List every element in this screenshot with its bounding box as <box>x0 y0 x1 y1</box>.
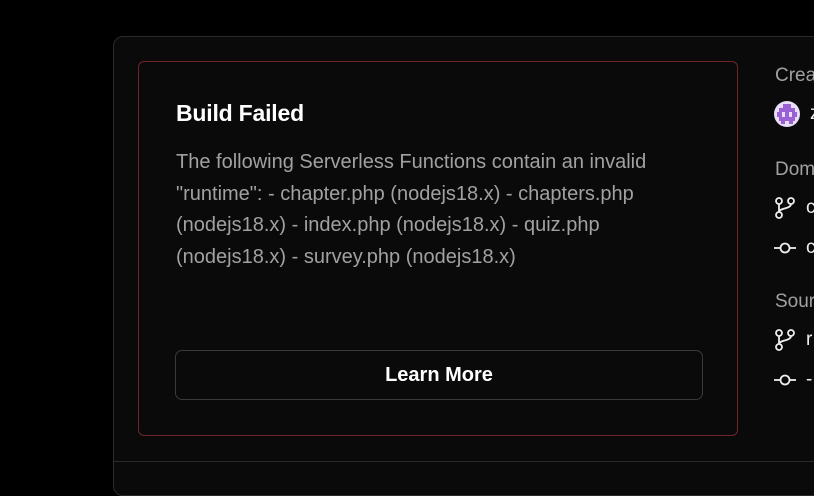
creator-name: z <box>810 103 814 125</box>
avatar <box>774 101 800 127</box>
git-commit-icon <box>774 242 796 254</box>
source-branch-row[interactable]: r <box>774 328 812 352</box>
source-commit-row[interactable]: - <box>774 368 812 392</box>
deployment-details-sidebar: Crea z Dom c <box>774 37 814 457</box>
domain-text: c <box>806 197 814 218</box>
section-divider <box>114 461 814 462</box>
learn-more-button[interactable]: Learn More <box>175 350 703 400</box>
build-error-card: Build Failed The following Serverless Fu… <box>138 61 738 436</box>
error-title: Build Failed <box>176 100 304 126</box>
source-branch-text: r <box>806 329 813 350</box>
git-branch-icon <box>775 197 795 219</box>
domains-label: Dom <box>775 159 814 180</box>
domain-text: c <box>806 237 814 258</box>
deployment-panel: Build Failed The following Serverless Fu… <box>113 36 814 496</box>
created-label: Crea <box>775 65 814 86</box>
source-commit-text: - <box>806 369 813 390</box>
git-branch-icon <box>775 329 795 351</box>
creator-row[interactable]: z <box>774 101 814 127</box>
source-label: Sour <box>775 291 814 312</box>
git-commit-icon <box>774 374 796 386</box>
domain-row[interactable]: c <box>774 196 814 220</box>
error-message: The following Serverless Functions conta… <box>176 151 647 268</box>
domain-row[interactable]: c <box>774 236 814 260</box>
